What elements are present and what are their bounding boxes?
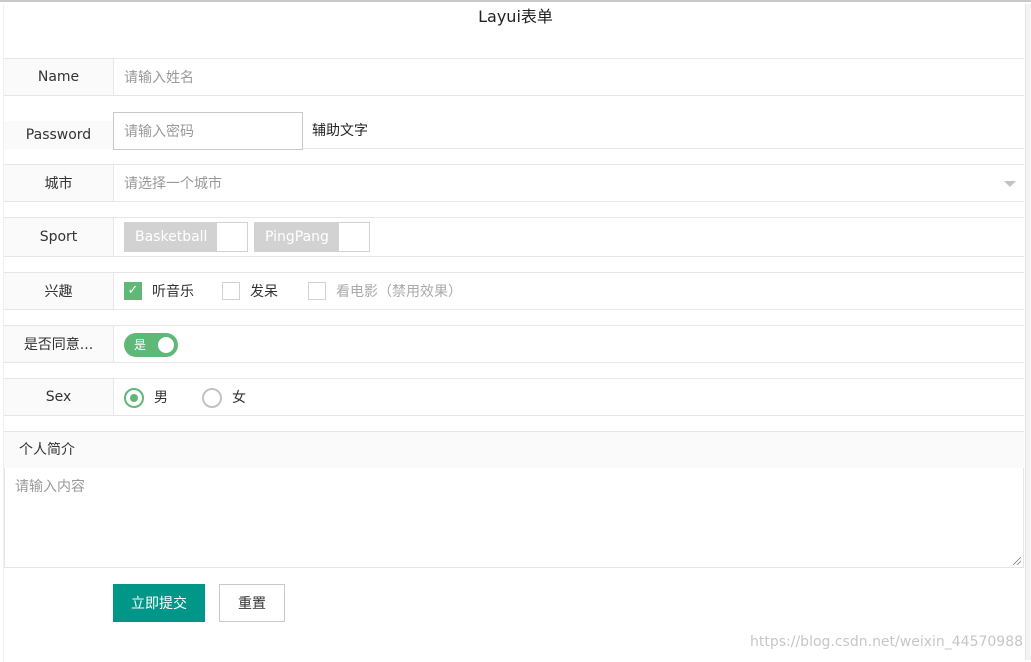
sex-row: Sex 男 女 — [4, 378, 1024, 416]
hobby-label: 兴趣 — [4, 273, 114, 309]
intro-placeholder: 请输入内容 — [15, 479, 85, 495]
watermark: https://blog.csdn.net/weixin_44570988 — [750, 634, 1024, 650]
checkbox-box — [338, 223, 369, 251]
hobby-option-movie: 看电影（禁用效果） — [336, 284, 462, 300]
switch-knob — [158, 337, 174, 353]
city-row: 城市 请选择一个城市 — [4, 164, 1024, 202]
chevron-down-icon — [1004, 181, 1016, 187]
hobby-checkbox-movie — [308, 282, 326, 300]
intro-label: 个人简介 — [4, 431, 1024, 469]
name-label: Name — [4, 59, 114, 95]
name-placeholder: 请输入姓名 — [124, 70, 194, 86]
resize-handle-icon[interactable] — [1013, 557, 1021, 565]
hobby-option-daze[interactable]: 发呆 — [250, 273, 278, 309]
sport-option-pingpang[interactable]: PingPang — [254, 222, 370, 252]
switch-text: 是 — [134, 338, 147, 352]
sport-row: Sport Basketball PingPang — [4, 217, 1024, 257]
password-label: Password — [4, 121, 114, 149]
agree-label: 是否同意... — [4, 326, 114, 362]
radio-female[interactable] — [202, 388, 222, 408]
sport-option-basketball[interactable]: Basketball — [124, 222, 249, 252]
name-row: Name 请输入姓名 — [4, 58, 1024, 96]
sport-option-label: PingPang — [255, 223, 339, 251]
form-title: Layui表单 — [478, 7, 553, 26]
hobby-checkbox-daze[interactable] — [222, 282, 240, 300]
hobby-row: 兴趣 ✓ 听音乐 发呆 看电影（禁用效果） — [4, 272, 1024, 310]
sport-label: Sport — [4, 218, 114, 256]
password-row-body: Password 请输入密码 辅助文字 — [4, 111, 1024, 150]
sport-option-label: Basketball — [125, 223, 218, 251]
name-input[interactable]: 请输入姓名 — [124, 59, 1004, 95]
city-label: 城市 — [4, 165, 114, 201]
password-aux-text: 辅助文字 — [312, 123, 368, 139]
agree-row: 是否同意... 是 — [4, 325, 1024, 363]
reset-button[interactable]: 重置 — [219, 584, 285, 622]
scrollbar[interactable] — [1025, 4, 1031, 660]
password-input[interactable]: 请输入密码 — [113, 112, 303, 150]
radio-male[interactable] — [124, 388, 144, 408]
city-placeholder: 请选择一个城市 — [124, 176, 222, 192]
hobby-option-music[interactable]: 听音乐 — [152, 273, 194, 309]
sex-option-male[interactable]: 男 — [154, 379, 168, 415]
sex-label: Sex — [4, 379, 114, 415]
agree-switch[interactable]: 是 — [124, 333, 178, 357]
submit-button[interactable]: 立即提交 — [113, 584, 205, 622]
check-icon[interactable]: ✓ — [124, 282, 142, 300]
sex-option-female[interactable]: 女 — [232, 379, 246, 415]
intro-textarea[interactable]: 请输入内容 — [4, 468, 1024, 568]
form-window: Layui表单 Name 请输入姓名 Password 请输入密码 辅助文字 城… — [0, 0, 1031, 662]
city-select[interactable]: 请选择一个城市 — [114, 165, 1024, 201]
checkbox-box — [217, 223, 248, 251]
password-placeholder: 请输入密码 — [124, 124, 194, 140]
